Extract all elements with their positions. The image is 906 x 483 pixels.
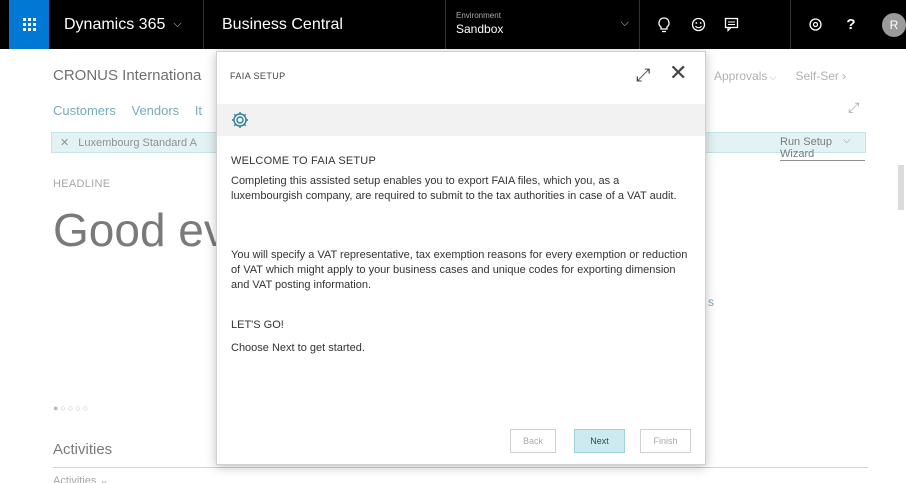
dialog-title: FAIA SETUP [230,71,286,81]
gear-icon [232,112,248,128]
avatar[interactable]: R [882,13,906,37]
environment-selector[interactable]: Environment Sandbox ⌵ [445,0,640,49]
faia-setup-dialog: FAIA SETUP ⤢ ✕ WELCOME TO FAIA SETUP Com… [216,51,706,465]
back-button[interactable]: Back [510,429,556,453]
environment-label: Environment [456,11,501,20]
close-icon[interactable]: ✕ [669,62,687,84]
instruction-text: Choose Next to get started. [231,342,365,354]
environment-value: Sandbox [456,22,504,36]
app-name: Dynamics 365 [64,15,166,33]
welcome-heading: WELCOME TO FAIA SETUP [231,155,376,167]
dialog-icon-band [217,104,705,136]
chevron-down-icon: ⌵ [173,18,182,30]
app-switcher[interactable]: Dynamics 365 ⌵ [49,0,204,49]
lets-go-heading: LET'S GO! [231,319,284,331]
expand-icon[interactable]: ⤢ [636,65,650,86]
smiley-icon[interactable] [682,0,714,49]
finish-button[interactable]: Finish [640,429,691,453]
chevron-down-icon: ⌵ [620,17,629,29]
details-paragraph: You will specify a VAT representative, t… [231,249,688,291]
lightbulb-icon[interactable] [648,0,680,49]
top-navigation-bar: Dynamics 365 ⌵ Business Central Environm… [0,0,906,49]
chat-icon[interactable] [715,0,747,49]
intro-paragraph: Completing this assisted setup enables y… [231,175,677,202]
product-name[interactable]: Business Central [222,0,343,49]
help-icon[interactable]: ? [835,0,867,49]
next-button[interactable]: Next [574,429,625,453]
divider [790,0,791,49]
waffle-icon[interactable] [9,0,49,49]
settings-icon[interactable] [799,0,831,49]
